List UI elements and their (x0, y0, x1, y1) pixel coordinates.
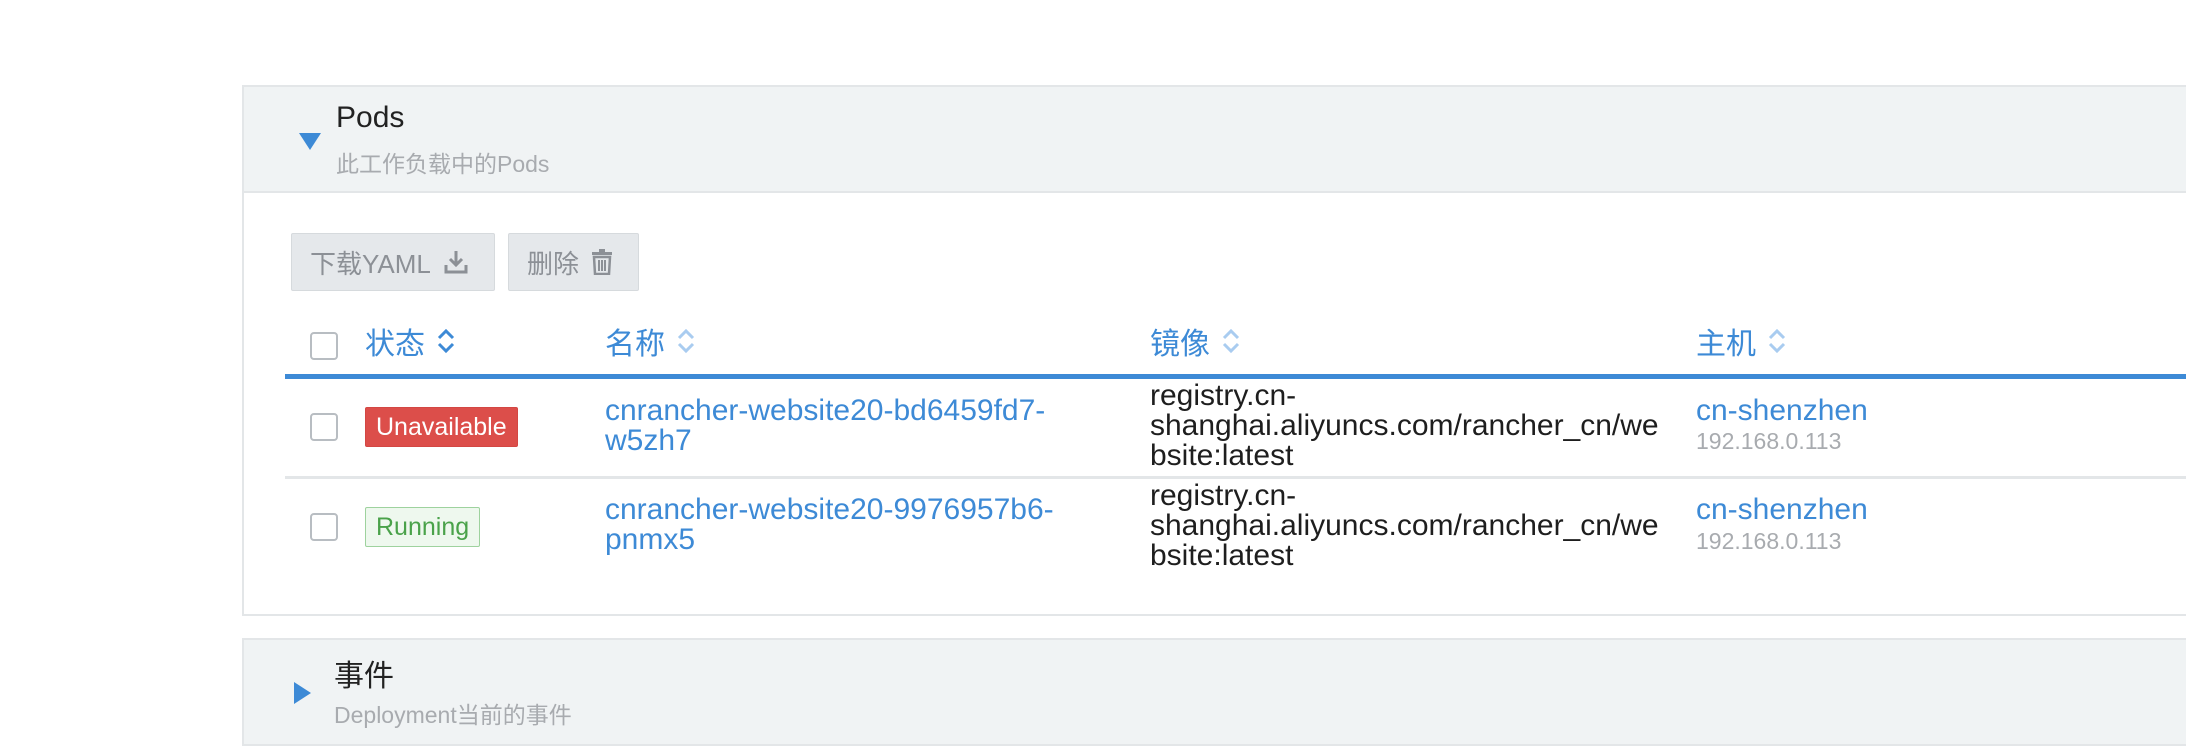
node-ip: 192.168.0.113 (1696, 428, 1842, 454)
delete-button[interactable]: 删除 (508, 233, 639, 291)
events-title: 事件 (334, 660, 394, 693)
image-line: shanghai.aliyuncs.com/rancher_cn/we (1150, 509, 1659, 542)
sort-icon (1222, 328, 1240, 354)
row-checkbox[interactable] (310, 413, 338, 441)
download-yaml-button[interactable]: 下载YAML (291, 233, 495, 291)
pod-image: registry.cn- shanghai.aliyuncs.com/ranch… (1150, 381, 1690, 471)
sort-icon (437, 328, 455, 354)
pods-panel: Pods 此工作负载中的Pods 下载YAML 删除 状态 名称 镜像 主机 U… (242, 85, 2186, 616)
pod-name-link[interactable]: cnrancher-website20-9976957b6- pnmx5 (605, 495, 1054, 555)
expand-triangle-icon[interactable] (299, 133, 321, 150)
node-link[interactable]: cn-shenzhen (1696, 396, 1868, 426)
pod-name-line: cnrancher-website20-bd6459fd7- (605, 394, 1046, 427)
image-line: bsite:latest (1150, 539, 1294, 572)
status-badge: Running (365, 507, 481, 547)
node-header-label: 主机 (1696, 328, 1756, 361)
delete-label: 删除 (527, 248, 580, 279)
image-line: shanghai.aliyuncs.com/rancher_cn/we (1150, 409, 1659, 442)
name-header-label: 名称 (605, 328, 665, 361)
status-badge: Unavailable (365, 407, 518, 447)
pod-name-line: w5zh7 (605, 424, 692, 457)
pod-name-link[interactable]: cnrancher-website20-bd6459fd7- w5zh7 (605, 396, 1045, 456)
select-all-checkbox[interactable] (310, 332, 338, 360)
pods-subtitle: 此工作负载中的Pods (336, 151, 550, 177)
column-header-node[interactable]: 主机 (1696, 319, 1786, 363)
collapse-triangle-icon[interactable] (294, 682, 311, 704)
column-header-name[interactable]: 名称 (605, 319, 695, 363)
download-icon (444, 251, 468, 274)
node-link[interactable]: cn-shenzhen (1696, 495, 1868, 525)
image-line: bsite:latest (1150, 439, 1294, 472)
events-subtitle: Deployment当前的事件 (334, 702, 572, 728)
image-line: registry.cn- (1150, 379, 1297, 412)
column-header-state[interactable]: 状态 (365, 319, 455, 363)
events-panel-header[interactable]: 事件 Deployment当前的事件 (242, 638, 2186, 746)
pod-image: registry.cn- shanghai.aliyuncs.com/ranch… (1150, 481, 1690, 571)
pod-name-line: cnrancher-website20-9976957b6- (605, 493, 1054, 526)
pod-name-line: pnmx5 (605, 523, 696, 556)
pods-panel-header[interactable]: Pods 此工作负载中的Pods (244, 87, 2186, 193)
row-checkbox[interactable] (310, 513, 338, 541)
download-yaml-label: 下载YAML (310, 248, 431, 279)
image-line: registry.cn- (1150, 479, 1297, 512)
state-header-label: 状态 (365, 328, 425, 361)
trash-icon (592, 249, 613, 275)
sort-icon (677, 328, 695, 354)
pods-title: Pods (336, 101, 405, 134)
sort-icon (1768, 328, 1786, 354)
node-ip: 192.168.0.113 (1696, 528, 1842, 554)
column-header-image[interactable]: 镜像 (1150, 319, 1240, 363)
image-header-label: 镜像 (1150, 328, 1210, 361)
